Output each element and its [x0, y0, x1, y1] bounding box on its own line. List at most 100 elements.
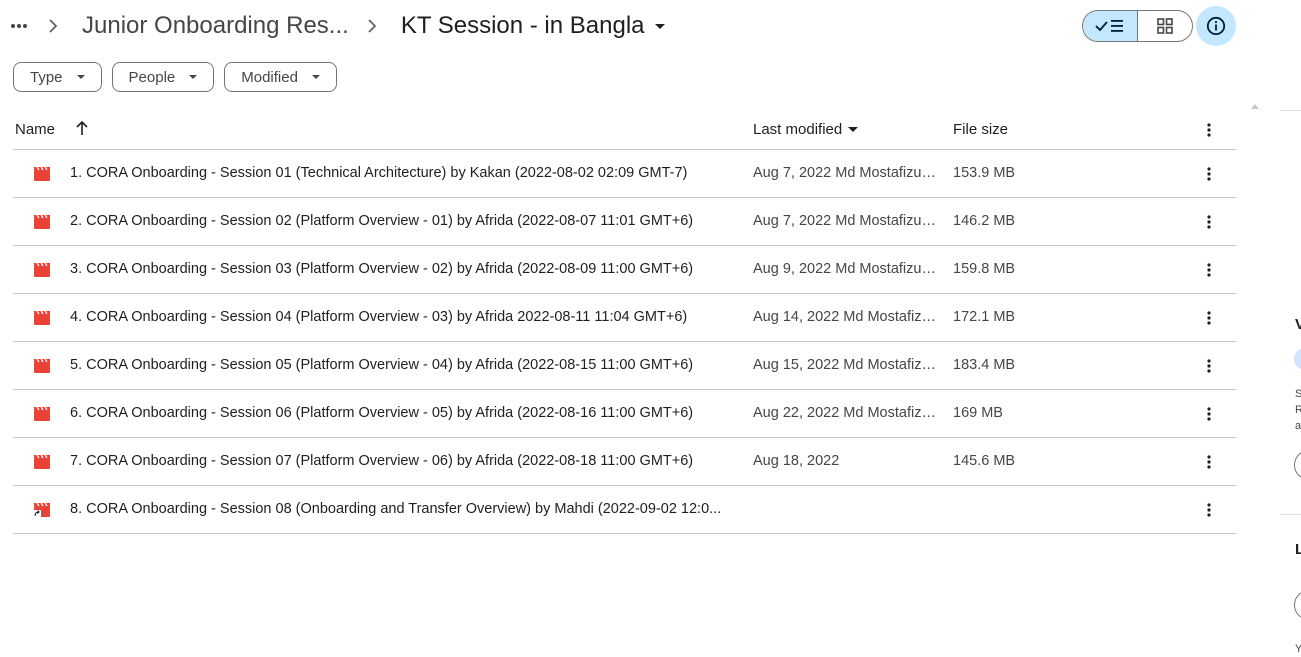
info-icon	[1206, 16, 1226, 36]
breadcrumb-current-folder[interactable]: KT Session - in Bangla	[401, 12, 665, 40]
video-file-icon	[34, 406, 50, 421]
filter-type-chip[interactable]: Type	[13, 62, 102, 92]
side-panel-text-fragment: Y	[1295, 643, 1301, 655]
table-row[interactable]: 7. CORA Onboarding - Session 07 (Platfor…	[13, 438, 1236, 486]
video-file-icon	[34, 166, 50, 181]
filter-people-chip[interactable]: People	[111, 62, 215, 92]
row-more-actions-button[interactable]	[1197, 162, 1221, 186]
file-size: 172.1 MB	[953, 309, 1016, 325]
breadcrumb-parent-folder[interactable]: Junior Onboarding Res...	[82, 12, 349, 40]
side-panel-text-fragment: S	[1295, 388, 1301, 400]
file-name: 6. CORA Onboarding - Session 06 (Platfor…	[70, 405, 694, 421]
file-name: 5. CORA Onboarding - Session 05 (Platfor…	[70, 357, 694, 373]
arrow-up-icon	[76, 120, 88, 135]
table-row[interactable]: 6. CORA Onboarding - Session 06 (Platfor…	[13, 390, 1236, 438]
video-file-icon	[34, 214, 50, 229]
file-size: 169 MB	[953, 405, 1003, 421]
breadcrumb: Junior Onboarding Res... KT Session - in…	[8, 6, 665, 46]
more-vertical-icon	[1207, 123, 1211, 137]
file-size: 159.8 MB	[953, 261, 1016, 277]
scroll-gutter	[1248, 0, 1264, 657]
column-header-last-modified-label: Last modified	[753, 121, 843, 138]
table-row[interactable]: 5. CORA Onboarding - Session 05 (Platfor…	[13, 342, 1236, 390]
row-more-actions-button[interactable]	[1197, 306, 1221, 330]
filter-chips: Type People Modified	[13, 62, 337, 92]
view-toggle	[1082, 10, 1193, 42]
side-panel-heading-fragment: V	[1295, 316, 1301, 333]
caret-down-icon	[848, 127, 859, 132]
filter-modified-label: Modified	[241, 68, 298, 86]
caret-down-icon	[311, 75, 320, 79]
file-last-modified: Aug 15, 2022 Md Mostafizur...	[753, 357, 938, 373]
file-name: 1. CORA Onboarding - Session 01 (Technic…	[70, 165, 688, 181]
caret-down-icon	[76, 75, 85, 79]
file-last-modified: Aug 9, 2022 Md Mostafizur ...	[753, 261, 938, 277]
table-row[interactable]: 1. CORA Onboarding - Session 01 (Technic…	[13, 150, 1236, 198]
file-name: 4. CORA Onboarding - Session 04 (Platfor…	[70, 309, 688, 325]
video-file-icon	[34, 454, 50, 469]
caret-down-icon	[654, 23, 665, 29]
more-vertical-icon	[1207, 455, 1211, 469]
chevron-right-icon	[46, 19, 60, 33]
video-file-icon	[34, 358, 50, 373]
check-list-icon	[1095, 20, 1123, 32]
more-vertical-icon	[1207, 503, 1211, 517]
table-header: Name Last modified File size	[13, 110, 1236, 150]
column-header-file-size[interactable]: File size	[953, 121, 1008, 138]
file-size: 145.6 MB	[953, 453, 1016, 469]
file-list: 1. CORA Onboarding - Session 01 (Technic…	[13, 150, 1236, 534]
scroll-up-arrow-icon[interactable]	[1251, 104, 1259, 109]
row-more-actions-button[interactable]	[1197, 450, 1221, 474]
file-last-modified: Aug 7, 2022 Md Mostafizur ...	[753, 165, 938, 181]
file-last-modified: Aug 14, 2022 Md Mostafizur...	[753, 309, 938, 325]
more-vertical-icon	[1207, 311, 1211, 325]
caret-down-icon	[189, 75, 198, 79]
more-horizontal-icon	[11, 24, 27, 28]
file-size: 153.9 MB	[953, 165, 1016, 181]
file-last-modified: Aug 18, 2022	[753, 453, 840, 469]
filter-modified-chip[interactable]: Modified	[224, 62, 337, 92]
column-options-button[interactable]	[1197, 118, 1221, 142]
filter-type-label: Type	[30, 68, 63, 86]
row-more-actions-button[interactable]	[1197, 354, 1221, 378]
sort-direction-button[interactable]	[75, 120, 89, 140]
chevron-right-icon	[365, 19, 379, 33]
video-file-icon	[34, 262, 50, 277]
row-more-actions-button[interactable]	[1197, 258, 1221, 282]
grid-icon	[1157, 18, 1173, 34]
side-panel-text-fragment: a	[1295, 420, 1301, 432]
side-panel-divider	[1280, 110, 1301, 111]
file-size: 146.2 MB	[953, 213, 1016, 229]
breadcrumb-more-button[interactable]	[8, 15, 30, 37]
list-view-button[interactable]	[1083, 11, 1138, 41]
file-name: 7. CORA Onboarding - Session 07 (Platfor…	[70, 453, 694, 469]
filter-people-label: People	[128, 68, 176, 86]
row-more-actions-button[interactable]	[1197, 402, 1221, 426]
table-row[interactable]: 8. CORA Onboarding - Session 08 (Onboard…	[13, 486, 1236, 534]
side-panel-heading-fragment: L	[1295, 541, 1301, 558]
side-panel-divider	[1280, 514, 1301, 515]
file-last-modified: Aug 7, 2022 Md Mostafizur ...	[753, 213, 938, 229]
table-row[interactable]: 2. CORA Onboarding - Session 02 (Platfor…	[13, 198, 1236, 246]
row-more-actions-button[interactable]	[1197, 498, 1221, 522]
more-vertical-icon	[1207, 215, 1211, 229]
more-vertical-icon	[1207, 167, 1211, 181]
file-name: 8. CORA Onboarding - Session 08 (Onboard…	[70, 501, 722, 517]
more-vertical-icon	[1207, 263, 1211, 277]
file-name: 2. CORA Onboarding - Session 02 (Platfor…	[70, 213, 694, 229]
details-info-button[interactable]	[1196, 6, 1236, 46]
video-file-icon	[34, 310, 50, 325]
video-shortcut-icon	[33, 502, 50, 518]
table-row[interactable]: 4. CORA Onboarding - Session 04 (Platfor…	[13, 294, 1236, 342]
file-size: 183.4 MB	[953, 357, 1016, 373]
column-header-last-modified[interactable]: Last modified	[753, 121, 859, 138]
file-name: 3. CORA Onboarding - Session 03 (Platfor…	[70, 261, 694, 277]
grid-view-button[interactable]	[1138, 11, 1192, 41]
more-vertical-icon	[1207, 359, 1211, 373]
more-vertical-icon	[1207, 407, 1211, 421]
column-header-name[interactable]: Name	[15, 121, 55, 138]
file-last-modified: Aug 22, 2022 Md Mostafizu...	[753, 405, 938, 421]
side-panel-text-fragment: R	[1295, 404, 1301, 416]
row-more-actions-button[interactable]	[1197, 210, 1221, 234]
table-row[interactable]: 3. CORA Onboarding - Session 03 (Platfor…	[13, 246, 1236, 294]
